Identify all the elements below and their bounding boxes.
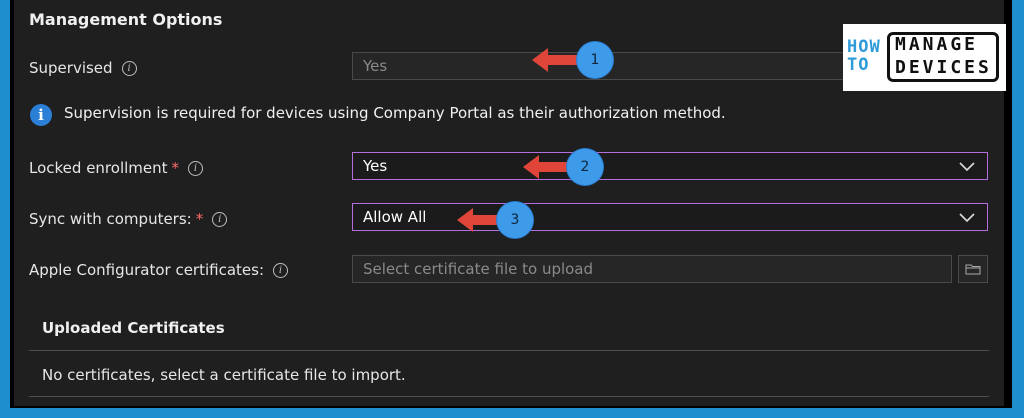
sync-with-computers-select[interactable]: Allow All (352, 203, 988, 231)
locked-enrollment-select[interactable]: Yes (352, 152, 988, 180)
sync-row-label: Sync with computers: * i (29, 210, 228, 228)
uploaded-certificates-heading: Uploaded Certificates (42, 319, 225, 337)
folder-icon (965, 264, 981, 275)
required-asterisk: * (195, 210, 204, 228)
sync-with-computers-value: Allow All (363, 208, 427, 226)
logo-devices: DEVICES (895, 57, 992, 78)
info-icon[interactable]: i (212, 212, 228, 227)
folder-browse-button[interactable] (958, 255, 988, 283)
annotation-badge-3: 3 (497, 202, 533, 238)
info-icon[interactable]: i (121, 61, 137, 76)
annotation-badge-2: 2 (567, 149, 603, 185)
chevron-down-icon (959, 210, 975, 224)
info-icon[interactable]: i (188, 161, 204, 176)
annotation-badge-1: 1 (577, 42, 613, 78)
divider (29, 350, 989, 351)
logo-how-to: HOW TO (847, 37, 881, 75)
locked-row-label: Locked enrollment * i (29, 159, 204, 177)
apple-configurator-label: Apple Configurator certificates: (29, 261, 265, 279)
annotation-arrow-icon (532, 48, 582, 72)
annotation-arrow-icon (523, 155, 571, 179)
locked-enrollment-label: Locked enrollment (29, 159, 168, 177)
divider (29, 396, 989, 397)
info-circle-icon: i (30, 104, 52, 126)
supervision-banner-text: Supervision is required for devices usin… (64, 104, 726, 122)
certificate-file-input[interactable]: Select certificate file to upload (352, 255, 952, 283)
sync-with-computers-label: Sync with computers: (29, 210, 192, 228)
locked-enrollment-value: Yes (363, 157, 388, 175)
certificate-placeholder: Select certificate file to upload (363, 260, 594, 278)
logo-manage: MANAGE (895, 34, 979, 55)
apple-row-label: Apple Configurator certificates: i (29, 261, 289, 279)
section-title: Management Options (29, 10, 223, 29)
supervised-row-label: Supervised i (29, 59, 137, 77)
how-to-manage-devices-logo: HOW TO MANAGE DEVICES (843, 24, 1006, 91)
chevron-down-icon (959, 159, 975, 173)
info-icon[interactable]: i (273, 263, 289, 278)
supervised-label: Supervised (29, 59, 113, 77)
supervised-value: Yes (363, 57, 388, 75)
no-certificates-message: No certificates, select a certificate fi… (42, 366, 406, 384)
required-asterisk: * (171, 159, 180, 177)
